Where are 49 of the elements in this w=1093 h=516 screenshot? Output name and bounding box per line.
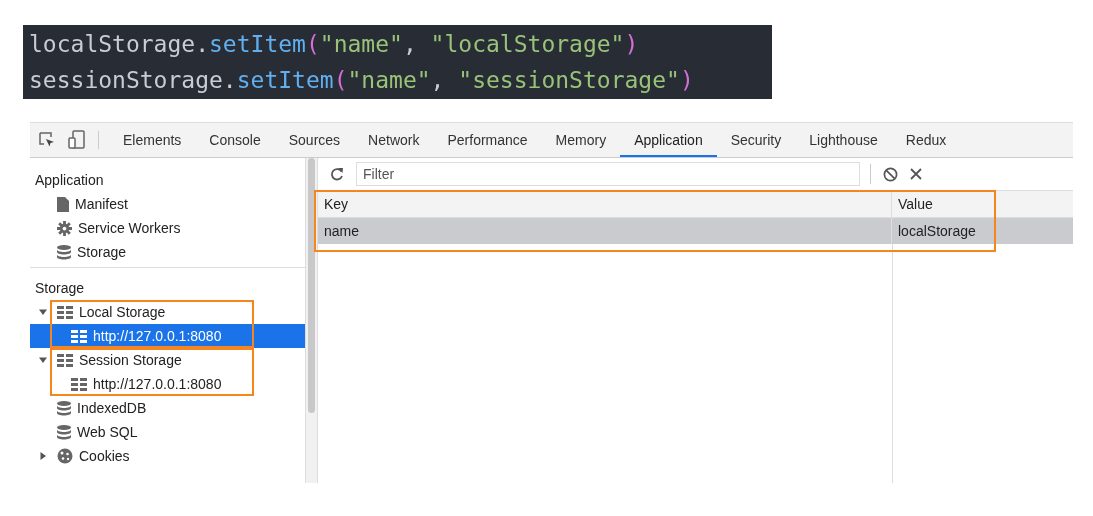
grid-icon bbox=[71, 329, 87, 343]
column-header[interactable]: Value bbox=[892, 191, 1073, 217]
document-icon bbox=[57, 196, 69, 212]
sidebar-item[interactable]: Storage bbox=[30, 240, 305, 264]
sidebar-item[interactable]: http://127.0.0.1:8080 bbox=[30, 372, 305, 396]
grid-icon bbox=[57, 305, 73, 319]
close-icon[interactable] bbox=[910, 168, 922, 180]
scrollbar[interactable] bbox=[305, 158, 318, 483]
grid-icon bbox=[71, 377, 87, 391]
sidebar-item[interactable]: Session Storage bbox=[30, 348, 305, 372]
gear-icon bbox=[57, 220, 72, 236]
tab[interactable]: Security bbox=[716, 125, 796, 157]
expand-arrow-icon[interactable] bbox=[39, 452, 47, 460]
clear-all-icon[interactable] bbox=[883, 166, 898, 182]
tab[interactable]: Elements bbox=[109, 125, 196, 157]
section-heading: Application bbox=[34, 171, 105, 190]
database-icon bbox=[57, 244, 71, 260]
sidebar-item[interactable]: Service Workers bbox=[30, 216, 305, 240]
filter-field[interactable]: Filter bbox=[356, 162, 860, 186]
database-icon bbox=[57, 424, 71, 440]
database-icon bbox=[57, 400, 71, 416]
tab[interactable]: Console bbox=[195, 125, 275, 157]
column-header[interactable]: Key bbox=[318, 191, 892, 217]
inspect-icon[interactable] bbox=[38, 131, 56, 149]
sidebar-item[interactable]: Local Storage bbox=[30, 300, 305, 324]
tab[interactable]: Sources bbox=[274, 125, 355, 157]
section-heading: Storage bbox=[34, 279, 86, 298]
tab[interactable]: Lighthouse bbox=[795, 125, 892, 157]
tab[interactable]: Redux bbox=[891, 125, 961, 157]
sidebar-item[interactable]: Manifest bbox=[30, 192, 305, 216]
grid-icon bbox=[57, 353, 73, 367]
table-row[interactable]: name localStorage bbox=[318, 218, 1073, 244]
refresh-icon[interactable] bbox=[330, 167, 344, 181]
tab[interactable]: Network bbox=[354, 125, 434, 157]
sidebar-item[interactable]: Web SQL bbox=[30, 420, 305, 444]
table-cell-text: localStorage bbox=[897, 222, 977, 241]
code-line: sessionStorage.setItem("name", "sessionStorage") bbox=[29, 66, 694, 95]
code-line: localStorage.setItem("name", "localStorage") bbox=[29, 30, 639, 59]
device-icon[interactable] bbox=[68, 130, 86, 150]
tab[interactable]: Memory bbox=[541, 125, 621, 157]
table-cell: name bbox=[318, 218, 892, 244]
expand-arrow-icon[interactable] bbox=[39, 308, 47, 316]
sidebar-item[interactable]: http://127.0.0.1:8080 bbox=[30, 324, 305, 348]
cookie-icon bbox=[57, 448, 73, 464]
expand-arrow-icon[interactable] bbox=[39, 356, 47, 364]
sidebar-item[interactable]: IndexedDB bbox=[30, 396, 305, 420]
tab[interactable]: Performance bbox=[433, 125, 542, 157]
tab[interactable]: Application bbox=[620, 125, 717, 157]
sidebar-item[interactable]: Cookies bbox=[30, 444, 305, 468]
